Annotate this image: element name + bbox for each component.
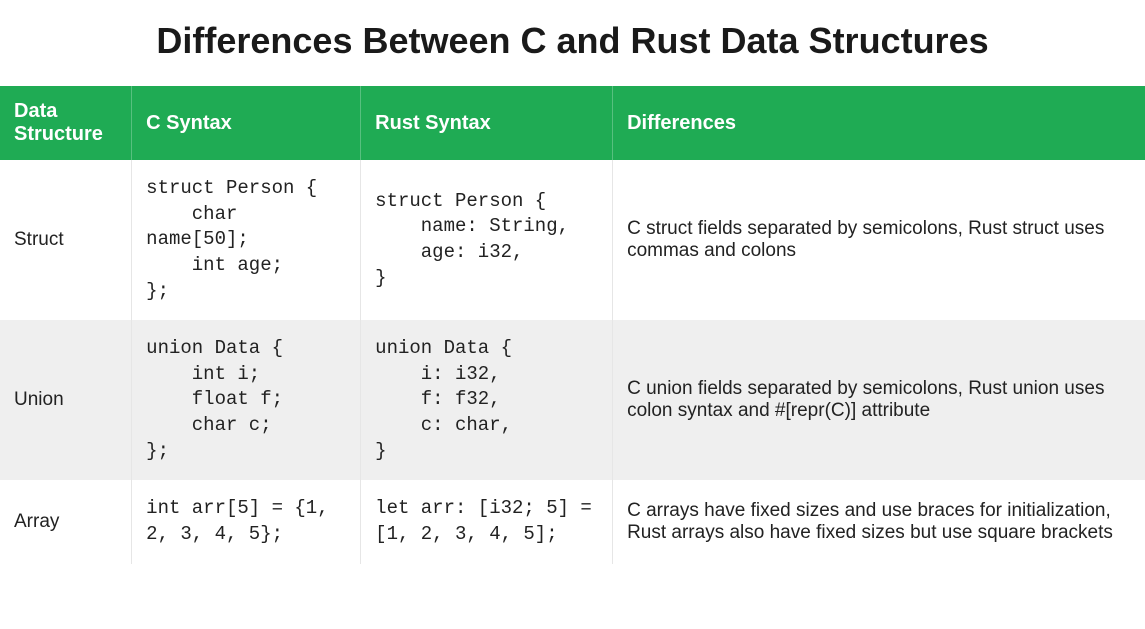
c-code: int arr[5] = {1, 2, 3, 4, 5}; — [146, 496, 346, 547]
rust-code: union Data { i: i32, f: f32, c: char, } — [375, 336, 598, 464]
rust-syntax-cell: let arr: [i32; 5] = [1, 2, 3, 4, 5]; — [361, 480, 613, 563]
c-syntax-cell: struct Person { char name[50]; int age; … — [132, 160, 361, 320]
c-code: struct Person { char name[50]; int age; … — [146, 176, 346, 304]
data-structure-name: Array — [0, 480, 132, 563]
table-row: Union union Data { int i; float f; char … — [0, 320, 1145, 480]
data-structure-name: Union — [0, 320, 132, 480]
rust-syntax-cell: struct Person { name: String, age: i32, … — [361, 160, 613, 320]
header-c-syntax: C Syntax — [132, 86, 361, 160]
differences-cell: C union fields separated by semicolons, … — [613, 320, 1145, 480]
c-syntax-cell: union Data { int i; float f; char c; }; — [132, 320, 361, 480]
differences-cell: C arrays have fixed sizes and use braces… — [613, 480, 1145, 563]
table-row: Array int arr[5] = {1, 2, 3, 4, 5}; let … — [0, 480, 1145, 563]
rust-code: let arr: [i32; 5] = [1, 2, 3, 4, 5]; — [375, 496, 598, 547]
table-row: Struct struct Person { char name[50]; in… — [0, 160, 1145, 320]
table-header-row: Data Structure C Syntax Rust Syntax Diff… — [0, 86, 1145, 160]
c-syntax-cell: int arr[5] = {1, 2, 3, 4, 5}; — [132, 480, 361, 563]
differences-cell: C struct fields separated by semicolons,… — [613, 160, 1145, 320]
rust-code: struct Person { name: String, age: i32, … — [375, 189, 598, 292]
comparison-table: Data Structure C Syntax Rust Syntax Diff… — [0, 86, 1145, 564]
header-rust-syntax: Rust Syntax — [361, 86, 613, 160]
data-structure-name: Struct — [0, 160, 132, 320]
page-title: Differences Between C and Rust Data Stru… — [0, 20, 1145, 62]
rust-syntax-cell: union Data { i: i32, f: f32, c: char, } — [361, 320, 613, 480]
header-data-structure: Data Structure — [0, 86, 132, 160]
c-code: union Data { int i; float f; char c; }; — [146, 336, 346, 464]
header-differences: Differences — [613, 86, 1145, 160]
